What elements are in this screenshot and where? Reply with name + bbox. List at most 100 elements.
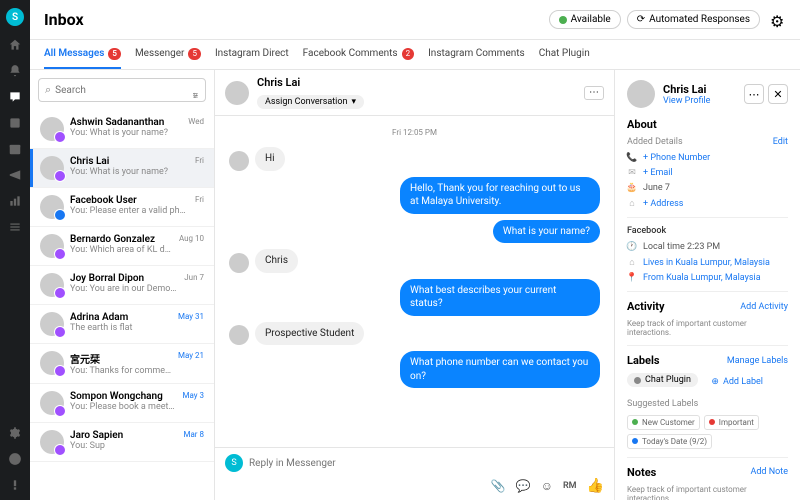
message-timestamp: Fri 12:05 PM: [229, 128, 600, 137]
payment-icon[interactable]: RM: [563, 481, 577, 491]
conv-time: May 31: [178, 312, 204, 336]
message-avatar: [229, 325, 249, 345]
reply-input[interactable]: [249, 458, 604, 469]
main-area: Inbox Available ⟳Automated Responses ⚙ A…: [30, 0, 800, 500]
suggested-label[interactable]: New Customer: [627, 415, 700, 430]
conversation-item[interactable]: Sompon WongchangYou: Please book a meeti…: [30, 384, 214, 423]
suggested-label[interactable]: Important: [704, 415, 759, 430]
edit-details-link[interactable]: Edit: [773, 137, 788, 147]
about-heading: About: [627, 118, 657, 131]
tab-all-messages[interactable]: All Messages 5: [44, 40, 121, 69]
suggested-label[interactable]: Today's Date (9/2): [627, 434, 712, 449]
conv-time: May 21: [178, 351, 204, 376]
conv-name: Ashwin Sadananthan: [70, 117, 182, 128]
conv-time: May 3: [182, 391, 204, 415]
detail-icon: ⌂: [627, 198, 637, 209]
conversation-item[interactable]: Ashwin SadananthanYou: What is your name…: [30, 110, 214, 149]
message-row: Hello, Thank you for reaching out to us …: [229, 177, 600, 214]
suggested-label-text: New Customer: [642, 418, 695, 427]
tab-instagram-comments[interactable]: Instagram Comments: [428, 40, 525, 69]
tab-label: Messenger: [135, 48, 185, 59]
search-box[interactable]: ⌕: [38, 78, 206, 102]
home-icon[interactable]: [8, 38, 22, 52]
bell-icon[interactable]: [8, 64, 22, 78]
tab-badge: 5: [188, 48, 201, 60]
conv-snippet: The earth is flat: [70, 323, 172, 333]
tab-badge: 5: [108, 48, 121, 60]
detail-row[interactable]: ✉+ Email: [627, 168, 788, 178]
messages-scroll[interactable]: Fri 12:05 PM HiHello, Thank you for reac…: [215, 116, 614, 447]
automated-responses-button[interactable]: ⟳Automated Responses: [627, 10, 760, 29]
fb-row-value[interactable]: Lives in Kuala Lumpur, Malaysia: [643, 258, 788, 268]
filter-icon[interactable]: [192, 84, 199, 96]
conversation-item[interactable]: Joy Borral DiponYou: You are in our Demo…: [30, 266, 214, 305]
tab-instagram-direct[interactable]: Instagram Direct: [215, 40, 289, 69]
conv-time: Fri: [195, 156, 204, 180]
availability-label: Available: [571, 14, 611, 25]
gear-icon[interactable]: ⚙: [770, 12, 786, 28]
message-bubble: What phone number can we contact you on?: [400, 351, 600, 388]
message-bubble: What best describes your current status?: [400, 279, 600, 316]
menu-icon[interactable]: [8, 220, 22, 234]
detail-row[interactable]: 📞+ Phone Number: [627, 153, 788, 163]
tab-chat-plugin[interactable]: Chat Plugin: [539, 40, 590, 69]
tab-messenger[interactable]: Messenger5: [135, 40, 201, 69]
conversation-item[interactable]: Chris LaiYou: What is your name?Fri: [30, 149, 214, 188]
conversation-item[interactable]: Adrina AdamThe earth is flatMay 31: [30, 305, 214, 344]
facebook-row: 📍From Kuala Lumpur, Malaysia: [627, 273, 788, 283]
conv-name: Jaro Sapien: [70, 430, 177, 441]
source-badge-icon: [54, 326, 66, 338]
source-badge-icon: [54, 131, 66, 143]
message-template-icon[interactable]: 💬: [516, 479, 531, 493]
add-activity-link[interactable]: Add Activity: [740, 302, 788, 312]
label-chip[interactable]: Chat Plugin: [627, 373, 698, 387]
source-badge-icon: [54, 365, 66, 377]
facebook-row: 🕐Local time 2:23 PM: [627, 242, 788, 252]
tab-facebook-comments[interactable]: Facebook Comments2: [303, 40, 414, 69]
conv-name: Bernardo Gonzalez: [70, 234, 173, 245]
manage-labels-link[interactable]: Manage Labels: [727, 356, 788, 366]
help-icon[interactable]: [8, 452, 22, 466]
add-label-button[interactable]: ⊕Add Label: [704, 375, 770, 389]
label-color-icon: [709, 419, 715, 425]
assign-conversation-button[interactable]: Assign Conversation▾: [257, 95, 364, 109]
conversation-item[interactable]: Bernardo GonzalezYou: Which area of KL d…: [30, 227, 214, 266]
search-input[interactable]: [55, 85, 188, 96]
conversation-item[interactable]: Jaro SapienYou: SupMar 8: [30, 423, 214, 462]
panel-close-button[interactable]: ✕: [768, 84, 788, 104]
contacts-icon[interactable]: [8, 116, 22, 130]
analytics-icon[interactable]: [8, 194, 22, 208]
source-badge-icon: [54, 248, 66, 260]
alert-icon[interactable]: [8, 478, 22, 492]
inbox-icon[interactable]: [8, 90, 22, 104]
automated-label: Automated Responses: [649, 14, 750, 25]
conv-snippet: You: Please book a meeting using t...: [70, 402, 176, 412]
emoji-icon[interactable]: ☺: [541, 479, 553, 493]
add-note-link[interactable]: Add Note: [750, 467, 788, 477]
source-badge-icon: [54, 405, 66, 417]
detail-row[interactable]: ⌂+ Address: [627, 198, 788, 209]
tab-label: All Messages: [44, 48, 104, 59]
conversation-item[interactable]: Facebook UserYou: Please enter a valid p…: [30, 188, 214, 227]
calendar-icon[interactable]: [8, 142, 22, 156]
fb-row-icon: 🕐: [627, 242, 637, 252]
chat-more-button[interactable]: ⋯: [584, 86, 604, 100]
like-icon[interactable]: 👍: [587, 478, 604, 494]
source-badge-icon: [54, 444, 66, 456]
conversation-item[interactable]: 宮元栞You: Thanks for commenting, pleas...M…: [30, 344, 214, 384]
source-badge-icon: [54, 209, 66, 221]
broadcast-icon[interactable]: [8, 168, 22, 182]
brand-logo[interactable]: S: [6, 8, 24, 26]
message-bubble: Prospective Student: [255, 322, 364, 346]
composer-toolbar: 📎 💬 ☺ RM 👍: [225, 478, 604, 494]
attachment-icon[interactable]: 📎: [491, 479, 506, 493]
panel-more-button[interactable]: ⋯: [744, 84, 764, 104]
settings-icon[interactable]: [8, 426, 22, 440]
fb-row-value[interactable]: From Kuala Lumpur, Malaysia: [643, 273, 788, 283]
details-panel: Chris Lai View Profile ⋯ ✕ About Added D…: [615, 70, 800, 500]
availability-toggle[interactable]: Available: [549, 10, 621, 29]
message-row: What phone number can we contact you on?: [229, 351, 600, 388]
conv-snippet: You: Please enter a valid phone...: [70, 206, 189, 216]
agent-avatar: S: [225, 454, 243, 472]
view-profile-link[interactable]: View Profile: [663, 96, 710, 106]
